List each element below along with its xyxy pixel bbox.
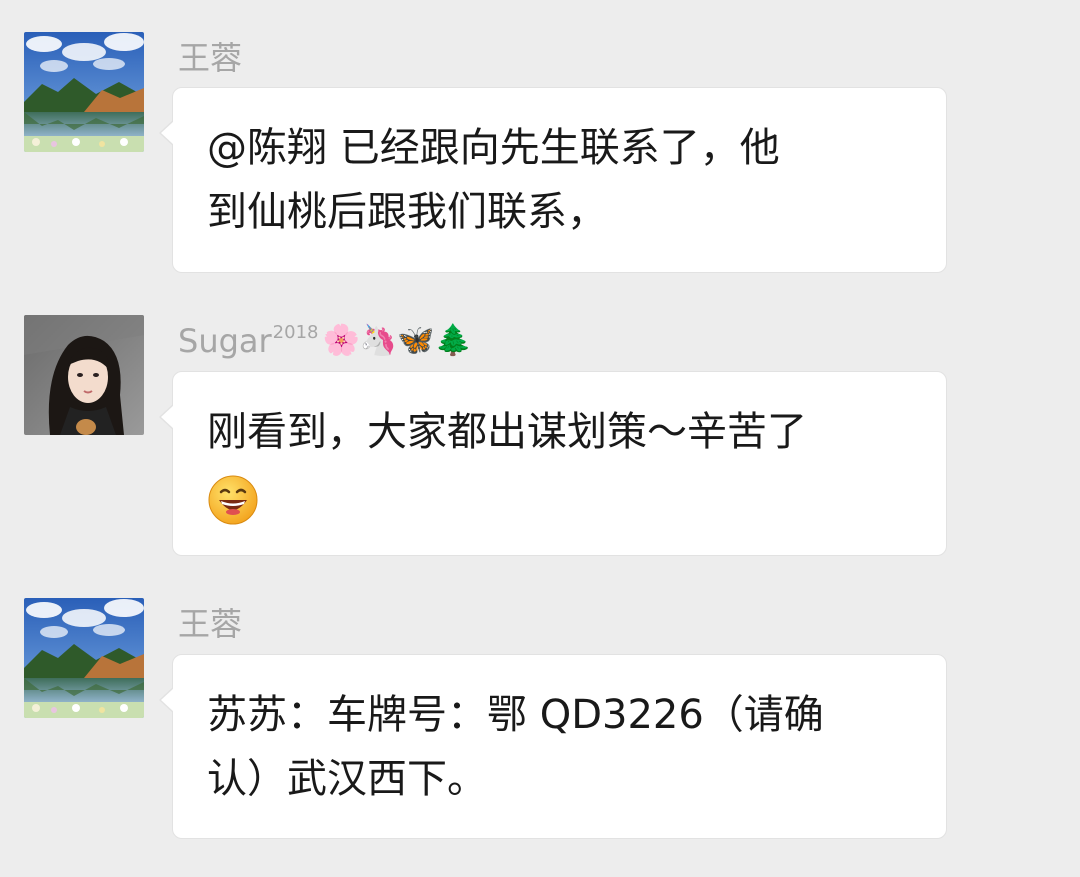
message-bubble[interactable]: @陈翔 已经跟向先生联系了，他 到仙桃后跟我们联系， (159, 87, 947, 273)
message-text-line: 苏苏：车牌号：鄂 QD3226（请确 (207, 692, 824, 738)
sender-name-text: Sugar (178, 322, 272, 360)
message-bubble[interactable]: 刚看到，大家都出谋划策～辛苦了 (159, 371, 947, 556)
message-text-line: 刚看到，大家都出谋划策～辛苦了 (207, 409, 807, 455)
message-text-line: 到仙桃后跟我们联系， (207, 189, 607, 235)
grinning-face-emoji-icon (208, 475, 258, 525)
message-emoji-line (207, 464, 916, 528)
sender-name[interactable]: Sugar 2018 🌸🦄🦋🌲 (178, 321, 472, 361)
avatar[interactable] (24, 315, 144, 435)
message-text-line: 认）武汉西下。 (207, 756, 487, 802)
message-text-line: @陈翔 已经跟向先生联系了，他 (207, 125, 780, 171)
sender-name-text: 王蓉 (178, 39, 243, 77)
avatar[interactable] (24, 598, 144, 718)
sender-name[interactable]: 王蓉 (178, 38, 242, 78)
sender-name-superscript: 2018 (272, 322, 319, 343)
portrait-photo-avatar-icon (24, 315, 144, 435)
sender-name[interactable]: 王蓉 (178, 604, 242, 644)
landscape-lake-avatar-icon (24, 32, 144, 152)
message-bubble[interactable]: 苏苏：车牌号：鄂 QD3226（请确 认）武汉西下。 (159, 654, 947, 839)
sender-name-emoji: 🌸🦄🦋🌲 (322, 323, 472, 358)
landscape-lake-avatar-icon (24, 598, 144, 718)
avatar[interactable] (24, 32, 144, 152)
sender-name-text: 王蓉 (178, 605, 243, 643)
